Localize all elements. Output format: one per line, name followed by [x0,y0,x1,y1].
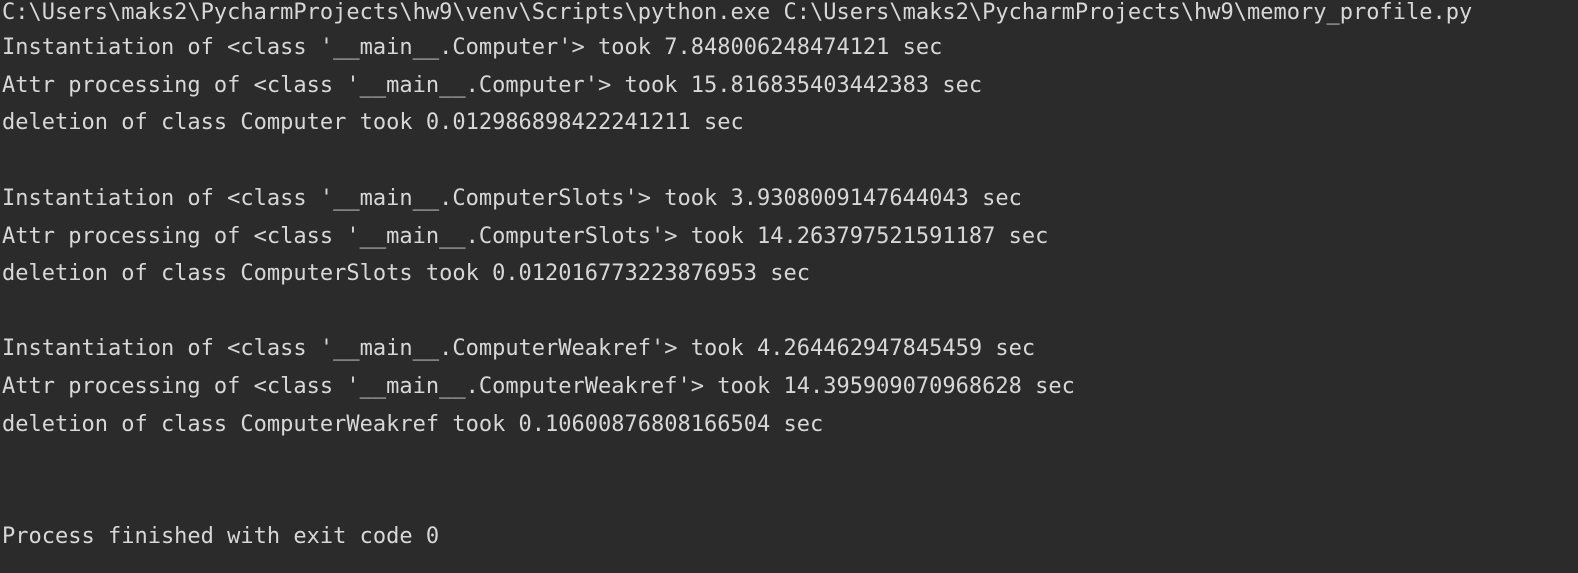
command-line: C:\Users\maks2\PycharmProjects\hw9\venv\… [2,0,1473,25]
output-line-deletion-computer-weakref: deletion of class ComputerWeakref took 0… [2,412,824,437]
process-exit-message: Process finished with exit code 0 [2,524,440,549]
output-line-deletion-computer-slots: deletion of class ComputerSlots took 0.0… [2,261,810,286]
output-line-attr-processing-computer-slots: Attr processing of <class '__main__.Comp… [2,224,1049,249]
output-line-instantiation-computer-slots: Instantiation of <class '__main__.Comput… [2,186,1022,211]
output-line-attr-processing-computer: Attr processing of <class '__main__.Comp… [2,73,983,98]
output-line-instantiation-computer: Instantiation of <class '__main__.Comput… [2,35,943,60]
output-line-attr-processing-computer-weakref: Attr processing of <class '__main__.Comp… [2,374,1075,399]
run-console-output[interactable]: C:\Users\maks2\PycharmProjects\hw9\venv\… [0,0,1578,573]
output-line-instantiation-computer-weakref: Instantiation of <class '__main__.Comput… [2,336,1036,361]
output-line-deletion-computer: deletion of class Computer took 0.012986… [2,110,744,135]
